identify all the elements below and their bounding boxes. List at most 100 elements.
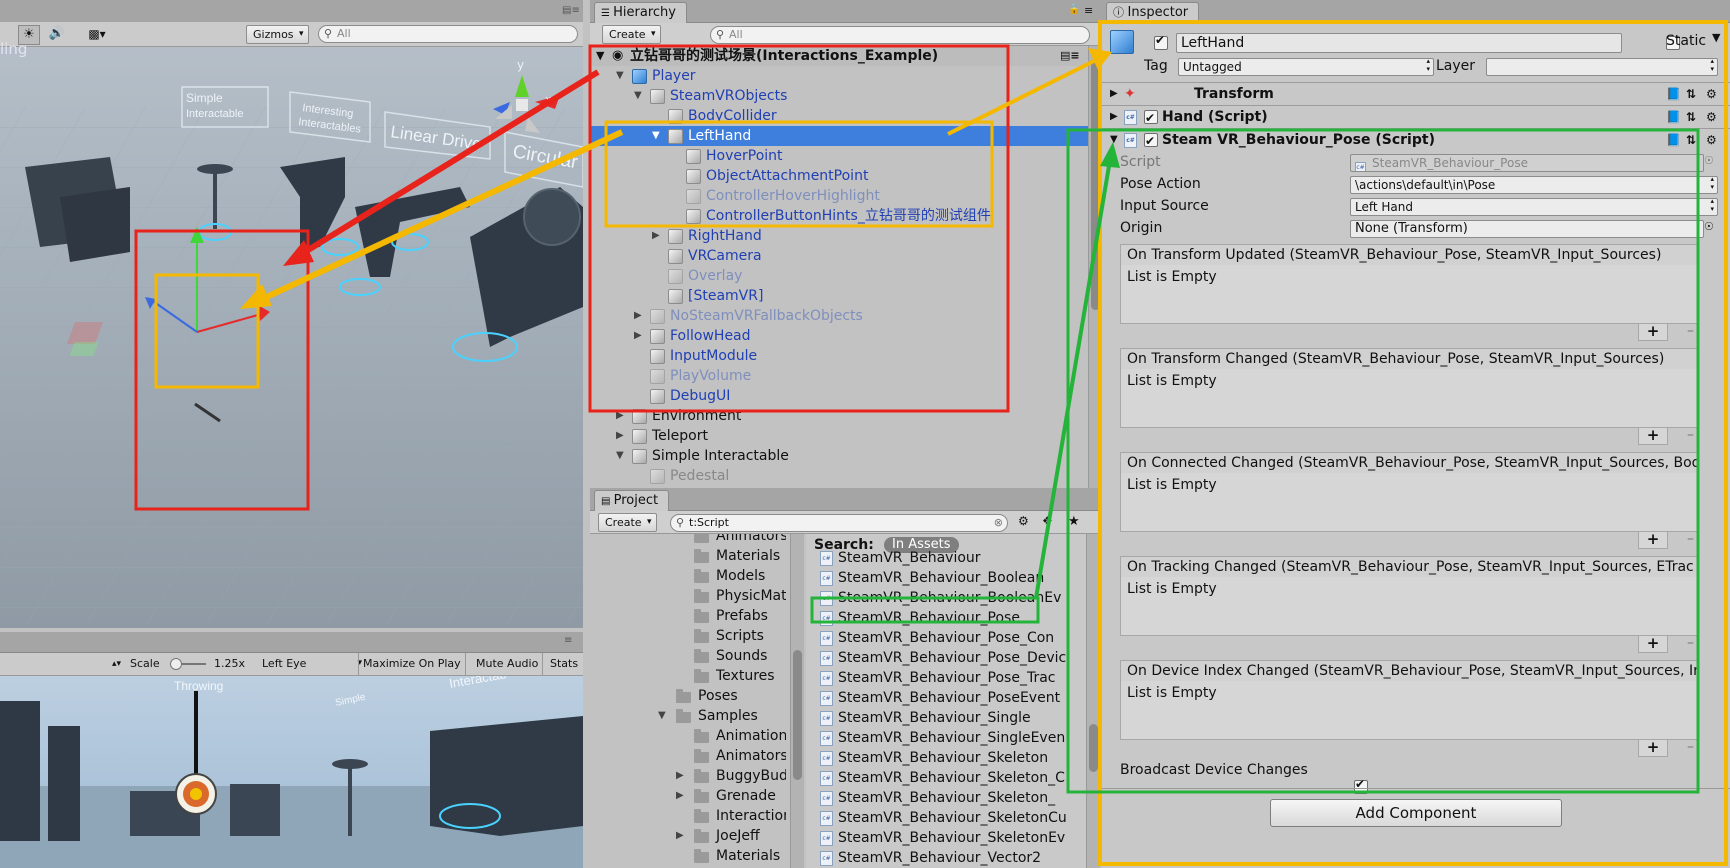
expand-arrow-down-icon[interactable]: ▼ <box>652 126 660 146</box>
hierarchy-row[interactable]: ▼ LeftHand <box>590 126 1088 146</box>
hierarchy-row[interactable]: [SteamVR] <box>590 286 1088 306</box>
behaviour-pose-component-header[interactable]: ▼ c# Steam VR_Behaviour_Pose (Script) 📘 … <box>1102 128 1730 152</box>
scene-header-row[interactable]: ▼ ◉ 立钻哥哥的测试场景(Interactions_Example) ▤≡ <box>590 46 1088 66</box>
hand-script-component-header[interactable]: ▶ c# Hand (Script) 📘 ⇅ ⚙ <box>1102 105 1730 129</box>
hierarchy-row[interactable]: ▼ Simple Interactable <box>590 446 1088 466</box>
results-scrollbar[interactable] <box>1086 534 1100 868</box>
hierarchy-scrollbar[interactable] <box>1088 46 1102 488</box>
gear-icon[interactable]: ⚙ <box>1706 106 1717 128</box>
origin-field[interactable]: None (Transform) <box>1350 220 1704 238</box>
expand-arrow-right-icon[interactable]: ▶ <box>652 226 660 246</box>
foldout-arrow-down-icon[interactable]: ▼ <box>1110 129 1118 151</box>
hierarchy-row[interactable]: ▶ Environment <box>590 406 1088 426</box>
search-by-label-icon[interactable]: ❖ <box>1042 514 1053 528</box>
game-panel-options-icon[interactable]: ≡ <box>564 635 572 646</box>
search-by-type-icon[interactable]: ⚙ <box>1018 514 1029 528</box>
pose-enabled-checkbox[interactable] <box>1144 130 1158 152</box>
hierarchy-row[interactable]: ControllerButtonHints_立钻哥哥的测试组件 <box>590 206 1088 226</box>
clear-search-icon[interactable]: ⊗ <box>994 515 1003 531</box>
hierarchy-row[interactable]: ▶ FollowHead <box>590 326 1088 346</box>
foldout-arrow-icon[interactable]: ▶ <box>1110 106 1118 128</box>
object-name-field[interactable]: LeftHand <box>1176 33 1622 53</box>
remove-listener-button[interactable]: – <box>1687 740 1694 754</box>
expand-arrow-right-icon[interactable]: ▶ <box>676 786 684 806</box>
help-book-icon[interactable]: 📘 <box>1666 83 1681 105</box>
hierarchy-row[interactable]: BodyCollider <box>590 106 1088 126</box>
hierarchy-row[interactable]: VRCamera <box>590 246 1088 266</box>
hierarchy-row[interactable]: ▼ SteamVRObjects <box>590 86 1088 106</box>
scene-view[interactable]: ▤≡ ☀ 🔊 ▩▾ Gizmos ⚲All ling <box>0 0 583 628</box>
game-view[interactable]: ≡ ▴▾ Scale 1.25x Left Eye Maximize On Pl… <box>0 632 583 868</box>
object-picker-icon[interactable]: ☉ <box>1704 154 1714 167</box>
broadcast-checkbox[interactable] <box>1354 777 1368 794</box>
hierarchy-row[interactable]: ▶ Teleport <box>590 426 1088 446</box>
hierarchy-row[interactable]: ▶ NoSteamVRFallbackObjects <box>590 306 1088 326</box>
results-scroll-thumb[interactable] <box>1089 724 1098 772</box>
add-listener-button[interactable]: + <box>1638 740 1668 757</box>
add-listener-button[interactable]: + <box>1638 532 1668 549</box>
expand-arrow-right-icon[interactable]: ▶ <box>676 766 684 786</box>
remove-listener-button[interactable]: – <box>1687 636 1694 650</box>
hierarchy-row[interactable]: PlayVolume <box>590 366 1088 386</box>
hierarchy-row[interactable]: Pedestal <box>590 466 1088 486</box>
add-component-button[interactable]: Add Component <box>1270 799 1562 827</box>
collapse-arrow-icon[interactable]: ▼ <box>596 46 604 66</box>
expand-arrow-down-icon[interactable]: ▼ <box>616 66 624 86</box>
scene-menu-icon[interactable]: ▤≡ <box>1060 46 1080 66</box>
scene-search-input[interactable]: ⚲ All <box>318 25 578 43</box>
folder-scrollbar[interactable] <box>790 534 804 868</box>
hierarchy-row[interactable]: ControllerHoverHighlight <box>590 186 1088 206</box>
tab-hierarchy[interactable]: ☰ Hierarchy <box>594 2 687 23</box>
gizmos-dropdown[interactable]: Gizmos <box>246 25 309 44</box>
expand-arrow-right-icon[interactable]: ▶ <box>616 406 624 426</box>
maximize-on-play-toggle[interactable]: Maximize On Play <box>358 653 466 675</box>
expand-arrow-down-icon[interactable]: ▼ <box>658 706 666 726</box>
expand-arrow-right-icon[interactable]: ▶ <box>634 326 642 346</box>
hierarchy-scroll-thumb[interactable] <box>1091 60 1100 310</box>
expand-arrow-right-icon[interactable]: ▶ <box>676 826 684 846</box>
mute-audio-toggle[interactable]: Mute Audio <box>472 653 544 675</box>
hierarchy-row[interactable]: ▶ RightHand <box>590 226 1088 246</box>
transform-component-header[interactable]: ▶ ✦ Transform 📘 ⇅ ⚙ <box>1102 82 1730 105</box>
favorite-star-icon[interactable]: ★ <box>1068 514 1080 529</box>
input-source-dropdown[interactable]: Left Hand <box>1350 198 1718 216</box>
hierarchy-row[interactable]: Overlay <box>590 266 1088 286</box>
scene-viewport[interactable]: Simple Interactable Interesting Interact… <box>0 47 583 628</box>
expand-arrow-right-icon[interactable]: ▶ <box>616 426 624 446</box>
folder-scroll-thumb[interactable] <box>793 650 802 780</box>
foldout-arrow-icon[interactable]: ▶ <box>1110 83 1118 105</box>
display-dropdown-arrow[interactable]: ▴▾ <box>112 653 121 675</box>
preset-icon[interactable]: ⇅ <box>1686 129 1696 151</box>
eye-dropdown[interactable]: Left Eye <box>256 655 366 672</box>
help-book-icon[interactable]: 📘 <box>1666 129 1681 151</box>
effects-toggle-icon[interactable]: ▩▾ <box>82 25 112 43</box>
static-dropdown-icon[interactable]: ▼ <box>1712 31 1720 44</box>
add-listener-button[interactable]: + <box>1638 428 1668 445</box>
remove-listener-button[interactable]: – <box>1687 532 1694 546</box>
hand-enabled-checkbox[interactable] <box>1144 107 1158 129</box>
stats-toggle[interactable]: Stats <box>546 653 582 675</box>
panel-options-icon[interactable]: ▤≡ <box>562 5 580 16</box>
gear-icon[interactable]: ⚙ <box>1706 83 1717 105</box>
tag-dropdown[interactable]: Untagged <box>1178 58 1434 76</box>
tab-inspector[interactable]: ⓘ Inspector <box>1106 2 1200 23</box>
tab-project[interactable]: ▤ Project <box>594 490 670 511</box>
object-picker-icon[interactable]: ☉ <box>1704 220 1714 233</box>
project-search-input[interactable]: ⚲ t:Script ⊗ <box>670 514 1008 532</box>
expand-arrow-right-icon[interactable]: ▶ <box>634 306 642 326</box>
pose-action-dropdown[interactable]: \actions\default\in\Pose <box>1350 176 1718 194</box>
active-checkbox[interactable] <box>1154 33 1168 50</box>
add-listener-button[interactable]: + <box>1638 324 1668 341</box>
hierarchy-row[interactable]: ObjectAttachmentPoint <box>590 166 1088 186</box>
help-book-icon[interactable]: 📘 <box>1666 106 1681 128</box>
hierarchy-menu-icon[interactable]: ≡ <box>1084 4 1093 17</box>
preset-icon[interactable]: ⇅ <box>1686 106 1696 128</box>
hierarchy-row[interactable]: DebugUI <box>590 386 1088 406</box>
gear-icon[interactable]: ⚙ <box>1706 129 1717 151</box>
layer-dropdown[interactable] <box>1486 58 1718 76</box>
project-create-dropdown[interactable]: Create <box>598 513 657 532</box>
expand-arrow-down-icon[interactable]: ▼ <box>634 86 642 106</box>
hierarchy-create-dropdown[interactable]: Create <box>602 25 661 44</box>
hierarchy-search-input[interactable]: ⚲ All <box>710 26 1090 44</box>
expand-arrow-down-icon[interactable]: ▼ <box>616 446 624 466</box>
